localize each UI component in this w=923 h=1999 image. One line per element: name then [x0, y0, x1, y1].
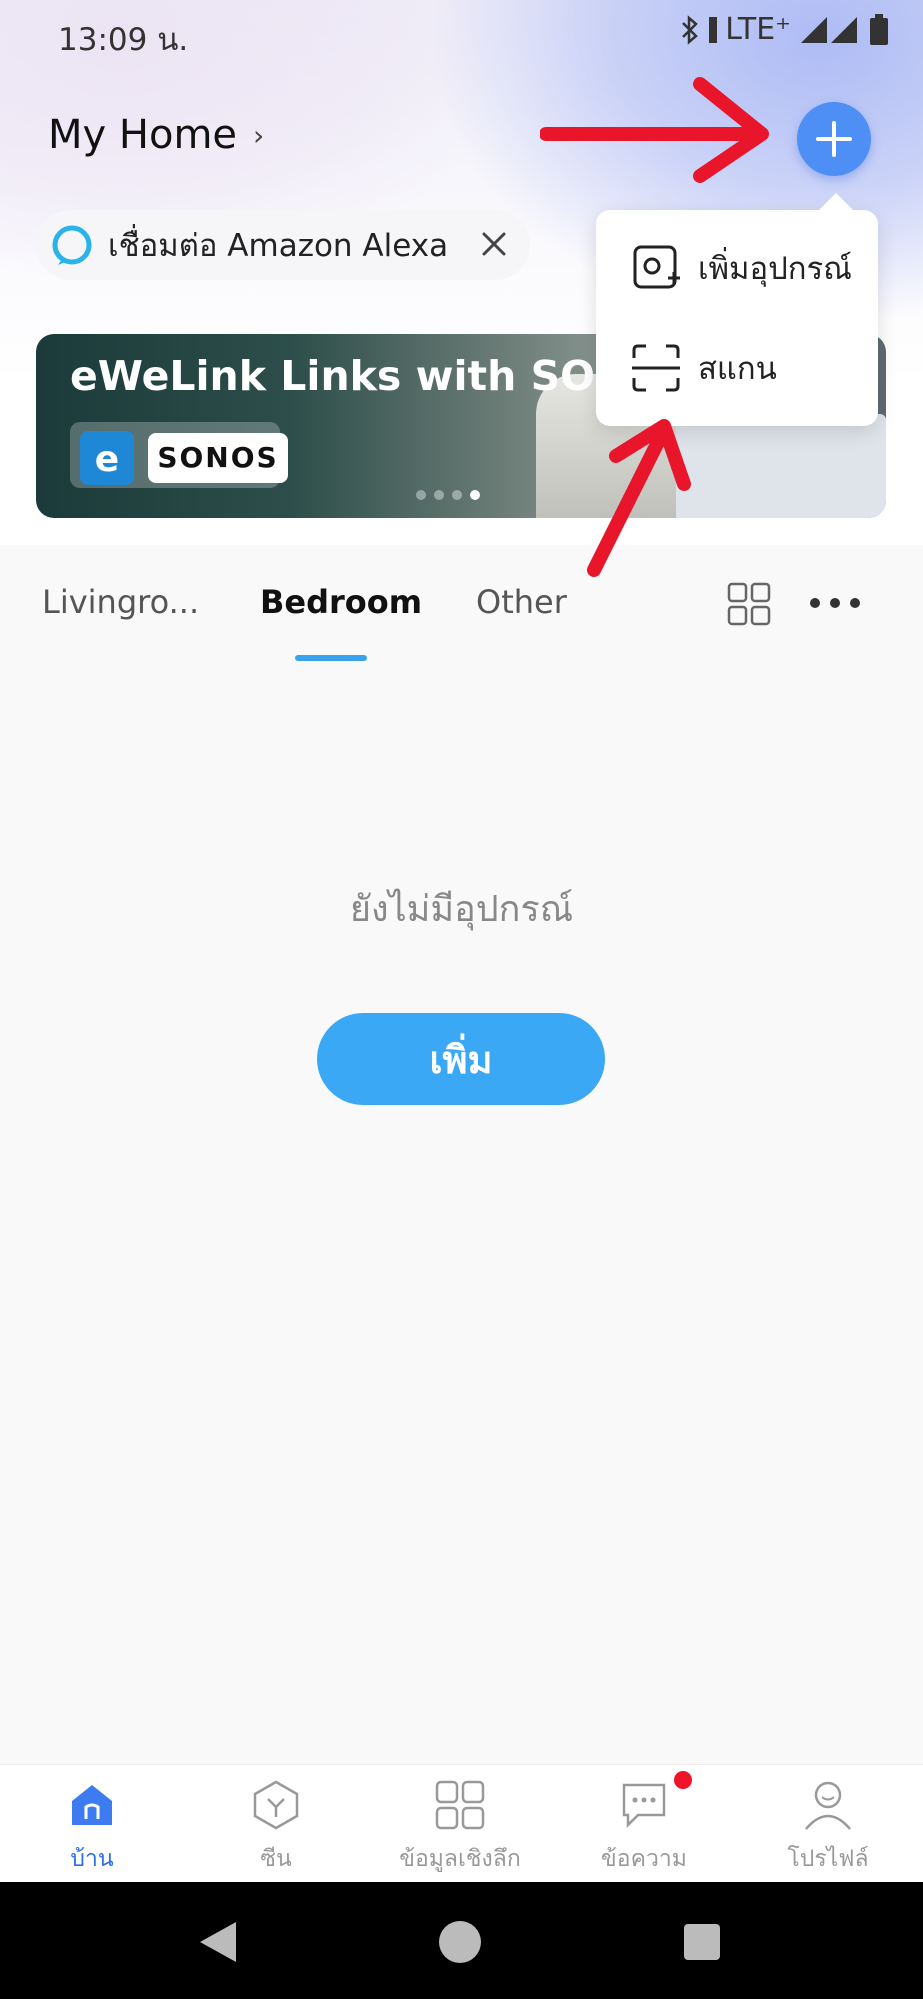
menu-item-label: เพิ่มอุปกรณ์ [698, 251, 852, 287]
network-type: LTE⁺ [725, 12, 791, 47]
back-icon[interactable] [198, 1920, 238, 1964]
add-dropdown-menu: เพิ่มอุปกรณ์ สแกน [596, 210, 878, 426]
scan-icon [632, 344, 680, 392]
message-icon [622, 1783, 666, 1829]
status-time: 13:09 น. [58, 22, 189, 58]
carousel-dots [416, 490, 480, 500]
menu-item-add-device[interactable]: เพิ่มอุปกรณ์ [596, 218, 878, 318]
nav-label: ข้อความ [601, 1846, 687, 1872]
tablet-image [676, 414, 886, 518]
add-button[interactable] [797, 102, 871, 176]
home-selector[interactable]: My Home › [48, 112, 264, 158]
home-icon [72, 1785, 112, 1825]
tab-other[interactable]: Other [476, 583, 567, 621]
sonos-logo: SONOS [148, 433, 288, 483]
nav-label: โปรไฟล์ [787, 1846, 869, 1872]
alexa-connect-chip[interactable]: เชื่อมต่อ Amazon Alexa [36, 210, 530, 280]
nav-item-home[interactable]: บ้าน [0, 1765, 184, 1883]
home-nav-icon[interactable] [438, 1920, 482, 1964]
nav-item-scene[interactable]: ซีน [184, 1765, 368, 1883]
cell-signal-icon [801, 16, 857, 43]
tab-bedroom[interactable]: Bedroom [260, 583, 422, 621]
nav-item-messages[interactable]: ข้อความ [552, 1765, 736, 1883]
signal-bars-icon [709, 16, 718, 43]
room-tabs: Livingro... Bedroom Other [0, 545, 923, 665]
ewelink-logo: e [80, 431, 134, 485]
menu-item-label: สแกน [698, 351, 777, 387]
grid-view-icon[interactable] [727, 582, 771, 626]
menu-item-scan[interactable]: สแกน [596, 318, 878, 418]
profile-icon [805, 1781, 851, 1830]
chevron-right-icon: › [253, 118, 265, 152]
plus-icon [816, 121, 852, 157]
bottom-nav: บ้าน ซีน ข้อมูลเชิงลึก ข้อความ โปรไฟล์ [0, 1764, 923, 1883]
annotation-arrow-right-icon [540, 77, 769, 183]
add-device-button[interactable]: เพิ่ม [317, 1013, 605, 1105]
annotation-arrow-up-icon [587, 419, 691, 577]
empty-state-text: ยังไม่มีอุปกรณ์ [349, 889, 574, 930]
home-name: My Home [48, 112, 238, 158]
scene-icon [253, 1780, 299, 1830]
nav-item-profile[interactable]: โปรไฟล์ [736, 1765, 920, 1883]
bluetooth-icon [682, 14, 699, 45]
alexa-chip-label: เชื่อมต่อ Amazon Alexa [108, 228, 449, 264]
recents-icon[interactable] [684, 1924, 720, 1960]
alexa-icon [52, 225, 92, 265]
nav-label: ซีน [260, 1846, 292, 1872]
insights-icon [435, 1780, 485, 1830]
more-options-icon[interactable] [805, 588, 865, 618]
nav-label: บ้าน [70, 1846, 114, 1872]
nav-item-insights[interactable]: ข้อมูลเชิงลึก [368, 1765, 552, 1883]
system-nav-bar [0, 1882, 923, 1999]
unread-badge [674, 1771, 692, 1789]
active-tab-indicator [295, 655, 367, 661]
tab-livingroom[interactable]: Livingro... [42, 583, 199, 621]
close-icon[interactable] [476, 226, 512, 262]
nav-label: ข้อมูลเชิงลึก [399, 1846, 521, 1872]
add-device-icon [633, 245, 680, 289]
status-bar: 13:09 น. LTE⁺ [0, 0, 923, 68]
battery-icon [870, 13, 888, 45]
